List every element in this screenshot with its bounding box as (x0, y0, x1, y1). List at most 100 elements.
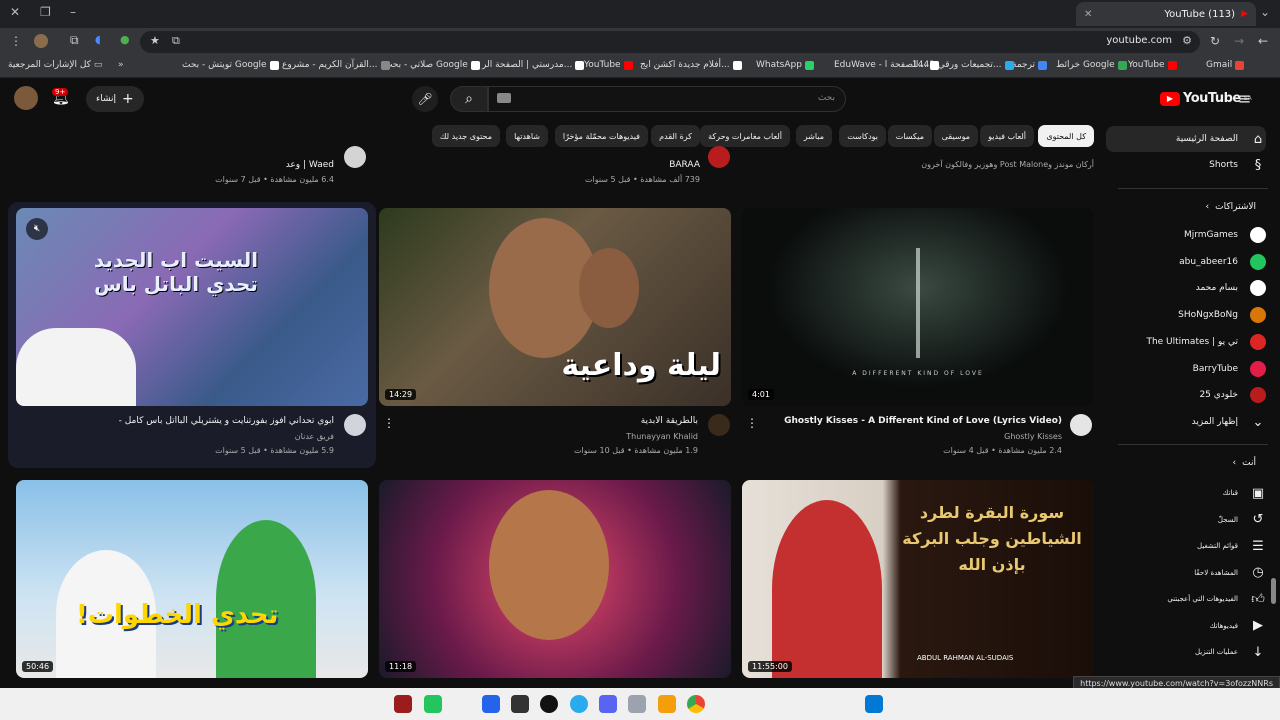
show-more-button[interactable]: إظهار المزيد ⌄ (1106, 409, 1266, 435)
bookmark-item[interactable]: خرائط Google (1056, 60, 1127, 70)
whatsapp-icon[interactable] (424, 695, 442, 713)
sidebar-item-you[interactable]: الفيديوهات التي أعجبتني 👍︎ (1106, 586, 1266, 612)
restore-window-icon[interactable]: ❐ (40, 5, 51, 19)
sidebar-item-subscription[interactable]: abu_abeer16 (1106, 249, 1266, 275)
extensions-icon[interactable]: ⧉ (70, 33, 79, 48)
github-icon[interactable] (540, 695, 558, 713)
chip-filter[interactable]: كرة القدم (651, 125, 700, 147)
reload-icon[interactable]: ↻ (1210, 34, 1220, 48)
extension-icon[interactable]: ◖ (95, 33, 101, 46)
video-title[interactable]: Ghostly Kisses - A Different Kind of Lov… (742, 416, 1062, 426)
minimize-window-icon[interactable]: – (70, 5, 76, 19)
keyboard-icon[interactable] (497, 93, 511, 103)
sidebar-item-subscription[interactable]: بسام محمد (1106, 275, 1266, 301)
bookmark-item[interactable]: EduWave - الصفحة ا... (834, 60, 939, 70)
bookmark-item[interactable]: القرآن الكريم - مشروع... (282, 60, 390, 70)
subscriptions-header[interactable]: ‹ الاشتراكات (1206, 202, 1256, 212)
video-title[interactable]: بالطريقة الابدية (641, 416, 698, 426)
chip-filter[interactable]: محتوى جديد لك (431, 125, 500, 147)
sidebar-item-you[interactable]: قناتك ▣ (1106, 480, 1266, 506)
edge-icon[interactable] (482, 695, 500, 713)
sidebar-item-you[interactable]: فيديوهاتك ▶ (1106, 613, 1266, 639)
bookmark-item[interactable]: مدرستي | الصفحة الر... (482, 60, 585, 70)
calculator-icon[interactable] (511, 695, 529, 713)
channel-avatar[interactable] (708, 146, 730, 168)
site-info-icon[interactable]: ⚙ (1182, 34, 1192, 47)
sidebar-item-you[interactable]: المشاهدة لاحقًا ◷ (1106, 560, 1266, 586)
search-input[interactable]: بحث (488, 86, 846, 112)
store-icon[interactable] (628, 695, 646, 713)
video-title[interactable]: أبوي تحداني أفوز بفورتنايت و يشتريلي الب… (114, 416, 334, 426)
sidebar-item-subscription[interactable]: SHoNgxBoNg (1106, 302, 1266, 328)
bookmark-item[interactable]: تويتش - بحث Google (182, 60, 279, 70)
channel-name[interactable]: Thunayyan Khalid (626, 432, 698, 441)
sidebar-item-you[interactable]: قوائم التشغيل ☰ (1106, 533, 1266, 559)
app-icon[interactable] (394, 695, 412, 713)
file-explorer-icon[interactable] (658, 695, 676, 713)
sidebar-item-subscription[interactable]: The Ultimates | تي يو (1106, 329, 1266, 355)
voice-search-icon[interactable]: 🎤︎ (412, 86, 438, 112)
video-thumbnail[interactable]: تحدي الخطوات! 50:46 (16, 480, 368, 678)
scrollbar-thumb[interactable] (1271, 578, 1276, 604)
top-row-channel-2[interactable]: BARAA (669, 160, 700, 170)
close-tab-icon[interactable]: ✕ (1084, 9, 1092, 20)
more-options-icon[interactable]: ⋮ (383, 416, 395, 430)
chip-filter[interactable]: كل المحتوى (1038, 125, 1094, 147)
channel-name[interactable]: فريق عدنان (295, 432, 334, 441)
chip-filter[interactable]: ألعاب مغامرات وحركة (700, 125, 790, 147)
install-app-icon[interactable]: ⧉ (172, 34, 180, 48)
channel-name[interactable]: Ghostly Kisses (1004, 432, 1062, 441)
profile-avatar[interactable] (34, 34, 48, 48)
video-thumbnail[interactable]: ليلة وداعية 14:29 (379, 208, 731, 406)
hamburger-menu-icon[interactable]: ≡ (1238, 89, 1251, 108)
address-bar[interactable]: ★ ⧉ youtube.com ⚙ (140, 31, 1200, 53)
bookmark-item[interactable]: ترجمة (1012, 60, 1048, 70)
top-row-channel-3[interactable]: Waed | وعد (286, 160, 334, 170)
chip-filter[interactable]: ميكسات (887, 125, 932, 147)
mute-icon[interactable]: 🔇︎ (26, 218, 48, 240)
sidebar-item-home[interactable]: الصفحة الرئيسية ⌂ (1106, 126, 1266, 152)
browser-tab-youtube[interactable]: ▶ (113) YouTube ✕ (1076, 2, 1256, 26)
video-thumbnail[interactable]: 11:18 (379, 480, 731, 678)
more-options-icon[interactable]: ⋮ (746, 416, 758, 430)
video-thumbnail[interactable]: A DIFFERENT KIND OF LOVE 4:01 (742, 208, 1094, 406)
channel-avatar[interactable] (344, 414, 366, 436)
all-bookmarks[interactable]: كل الإشارات المرجعية ▭ (8, 60, 102, 70)
more-bookmarks-icon[interactable]: » (118, 60, 124, 70)
bookmark-item[interactable]: صلاتي - بحث Google (384, 60, 480, 70)
forward-icon[interactable]: → (1234, 34, 1244, 48)
sidebar-item-shorts[interactable]: Shorts § (1106, 152, 1266, 178)
telegram-icon[interactable] (570, 695, 588, 713)
discord-icon[interactable] (599, 695, 617, 713)
sidebar-item-subscription[interactable]: BarryTube (1106, 356, 1266, 382)
sidebar-item-you[interactable]: عمليات التنزيل ↓ (1106, 639, 1266, 665)
extension-shield-icon[interactable]: ● (120, 33, 130, 46)
sidebar-item-subscription[interactable]: MjrmGames (1106, 222, 1266, 248)
bookmark-item[interactable]: أفلام جديدة اكشن ايج... (640, 60, 742, 70)
bookmark-star-icon[interactable]: ★ (150, 34, 160, 47)
channel-avatar[interactable] (344, 146, 366, 168)
create-button[interactable]: إنشاء + (86, 86, 144, 112)
sidebar-item-subscription[interactable]: خلودي 25 (1106, 382, 1266, 408)
channel-avatar[interactable] (1070, 414, 1092, 436)
chip-filter[interactable]: شاهدتها (506, 125, 548, 147)
chip-filter[interactable]: موسيقى (933, 125, 978, 147)
video-thumbnail-playing[interactable]: السيت اب الجديد تحدي الباتل باس 🔇︎ (16, 208, 368, 406)
bookmark-item[interactable]: YouTube (584, 60, 633, 70)
chrome-icon[interactable] (687, 695, 705, 713)
account-avatar[interactable] (14, 86, 38, 110)
tab-search-icon[interactable]: ⌄ (1260, 5, 1270, 19)
bookmark-item[interactable]: YouTube (1128, 60, 1177, 70)
chip-filter[interactable]: ألعاب فيديو (980, 125, 1034, 147)
bookmark-item[interactable]: WhatsApp (756, 60, 814, 70)
chip-filter[interactable]: مباشر (795, 125, 832, 147)
bookmark-item[interactable]: Gmail (1206, 60, 1245, 70)
menu-dots-icon[interactable]: ⋮ (10, 34, 22, 48)
search-button[interactable]: ⌕ (450, 86, 488, 112)
start-icon[interactable] (865, 695, 883, 713)
back-icon[interactable]: ← (1258, 34, 1268, 48)
close-window-icon[interactable]: ✕ (10, 5, 20, 19)
you-header[interactable]: ‹ أنت (1233, 458, 1256, 468)
sidebar-item-you[interactable]: السجلّ ↺ (1106, 507, 1266, 533)
video-thumbnail[interactable]: سورة البقرة لطرد الشياطين وجلب البركة بإ… (742, 480, 1094, 678)
